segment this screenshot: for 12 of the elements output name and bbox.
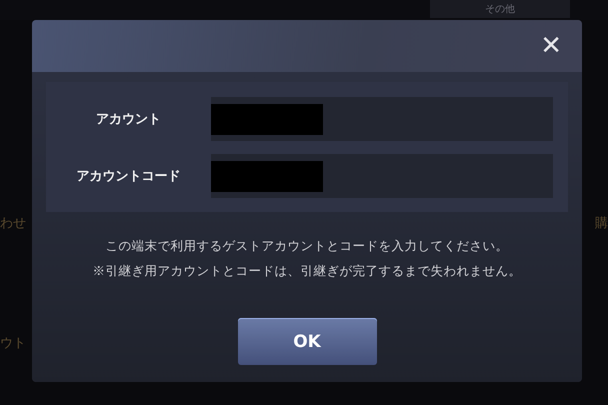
field-label: アカウントコード — [76, 168, 182, 185]
menu-label: わせ — [0, 215, 26, 232]
menu-tab[interactable]: その他 — [430, 0, 570, 18]
message-text: この端末で利用するゲストアカウントとコードを入力してください。 — [104, 238, 510, 255]
field-label: アカウント — [95, 111, 162, 128]
message-text: ※引継ぎ用アカウントとコードは、引継ぎが完了するまで失われません。 — [92, 263, 522, 280]
ok-button[interactable]: OK — [238, 318, 376, 365]
input-field[interactable] — [211, 97, 553, 141]
menu-label: ウト — [0, 335, 26, 352]
close-button[interactable]: ✕ — [540, 33, 562, 59]
input-field[interactable] — [211, 154, 553, 198]
menu-label: 購 — [595, 215, 608, 232]
